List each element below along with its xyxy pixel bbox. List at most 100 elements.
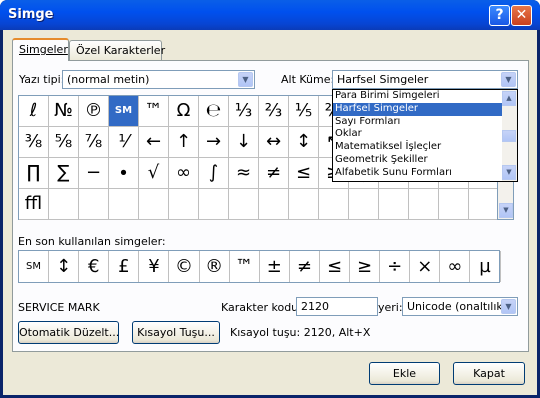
recent-symbol-cell[interactable]: ∞ [440, 251, 471, 282]
symbol-cell[interactable]: ↔ [259, 127, 289, 158]
insert-button[interactable]: Ekle [369, 362, 440, 385]
symbol-cell[interactable]: ∏ [19, 158, 49, 189]
symbol-cell[interactable] [79, 189, 109, 220]
symbol-cell[interactable] [49, 189, 79, 220]
symbol-dialog: Simge ? ✕ Simgeler Özel Karakterler Yazı… [0, 0, 540, 398]
dropdown-scrollbar[interactable]: ▲ ▼ [502, 90, 517, 181]
symbol-cell[interactable]: Ω [169, 96, 199, 127]
symbol-cell[interactable] [289, 189, 319, 220]
recent-symbol-cell[interactable]: ≠ [290, 251, 320, 282]
arrow-down-icon[interactable]: ▼ [502, 165, 516, 180]
symbol-cell[interactable]: ≤ [289, 158, 319, 189]
recent-symbol-cell[interactable]: © [169, 251, 200, 282]
from-label: yeri: [378, 301, 403, 314]
symbol-cell[interactable]: ℮ [199, 96, 229, 127]
symbol-cell[interactable]: № [49, 96, 79, 127]
symbol-cell[interactable]: ⅟ [109, 127, 139, 158]
subset-option[interactable]: Matematiksel İşleçler [333, 141, 517, 154]
symbol-cell[interactable] [409, 189, 439, 220]
symbol-cell[interactable]: ∞ [169, 158, 199, 189]
recent-symbol-cell[interactable]: € [79, 251, 110, 282]
symbol-cell[interactable] [229, 189, 259, 220]
symbol-cell[interactable]: ↕ [289, 127, 319, 158]
autocorrect-button[interactable]: Otomatik Düzelt... [18, 321, 119, 344]
font-select[interactable]: (normal metin) ▼ [62, 70, 255, 89]
recent-symbol-cell[interactable]: ÷ [380, 251, 411, 282]
symbol-cell[interactable] [379, 189, 409, 220]
symbol-cell[interactable]: ™ [139, 96, 169, 127]
symbol-cell[interactable]: ﬄ [19, 189, 49, 220]
arrow-down-icon[interactable]: ▼ [499, 203, 513, 218]
symbol-cell[interactable] [259, 189, 289, 220]
symbols-panel: Yazı tipi: (normal metin) ▼ Alt Küme: Ha… [12, 60, 529, 352]
symbol-cell[interactable]: ⅝ [49, 127, 79, 158]
symbol-cell[interactable]: ⅔ [259, 96, 289, 127]
symbol-cell[interactable] [109, 189, 139, 220]
symbol-cell[interactable] [469, 189, 499, 220]
recent-symbol-cell[interactable]: × [410, 251, 441, 282]
close-button[interactable]: ✕ [511, 5, 532, 26]
chevron-down-icon[interactable]: ▼ [501, 72, 516, 87]
symbol-cell[interactable] [139, 189, 169, 220]
symbol-cell[interactable]: → [199, 127, 229, 158]
symbol-cell[interactable]: ⅓ [229, 96, 259, 127]
symbol-cell[interactable]: ⅕ [289, 96, 319, 127]
subset-option[interactable]: Para Birimi Simgeleri [333, 90, 517, 103]
help-button[interactable]: ? [489, 5, 510, 26]
recent-symbol-cell[interactable]: ↕ [49, 251, 80, 282]
symbol-cell[interactable]: ∙ [109, 158, 139, 189]
dropdown-scroll-thumb[interactable] [502, 130, 516, 142]
recent-symbol-cell[interactable]: ® [200, 251, 230, 282]
window-title: Simge [8, 7, 54, 22]
symbol-cell[interactable]: ⅜ [19, 127, 49, 158]
symbol-cell[interactable]: ↑ [169, 127, 199, 158]
tab-special-characters[interactable]: Özel Karakterler [69, 40, 165, 60]
subset-select[interactable]: Harfsel Simgeler ▼ [332, 70, 518, 89]
recent-symbol-cell[interactable]: ¥ [139, 251, 170, 282]
character-name: SERVICE MARK [18, 301, 100, 314]
recent-symbol-cell[interactable]: ™ [230, 251, 260, 282]
subset-option[interactable]: Sayı Formları [333, 116, 517, 129]
symbol-cell[interactable]: ← [139, 127, 169, 158]
tab-symbols[interactable]: Simgeler [12, 38, 69, 61]
symbol-cell[interactable]: ℓ [19, 96, 49, 127]
subset-option[interactable]: Geometrik Şekiller [333, 154, 517, 167]
chevron-down-icon[interactable]: ▼ [501, 299, 516, 314]
subset-option[interactable]: Oklar [333, 128, 517, 141]
shortcut-info: Kısayol tuşu: 2120, Alt+X [230, 326, 371, 339]
symbol-cell[interactable]: − [79, 158, 109, 189]
symbol-cell[interactable]: ℗ [79, 96, 109, 127]
symbol-cell[interactable]: ⅞ [79, 127, 109, 158]
subset-dropdown-list[interactable]: Para Birimi Simgeleri Harfsel Simgeler Say… [332, 89, 518, 182]
symbol-cell[interactable]: √ [139, 158, 169, 189]
arrow-up-icon[interactable]: ▲ [502, 91, 516, 106]
char-code-input[interactable]: 2120 [296, 297, 378, 316]
recent-symbols[interactable]: SM ↕ € £ ¥ © ® ™ ± ≠ ≤ ≥ ÷ × ∞ µ [18, 250, 501, 283]
symbol-cell[interactable] [319, 189, 349, 220]
shortcut-key-button[interactable]: Kısayol Tuşu... [132, 321, 220, 344]
symbol-cell[interactable]: ∫ [199, 158, 229, 189]
recent-symbol-cell[interactable]: ≥ [350, 251, 381, 282]
subset-option[interactable]: Harfsel Simgeler [333, 102, 517, 116]
recent-symbol-cell[interactable]: £ [109, 251, 140, 282]
recent-symbol-cell[interactable]: ≤ [320, 251, 351, 282]
symbol-cell[interactable]: ≈ [229, 158, 259, 189]
symbol-cell[interactable]: ∑ [49, 158, 79, 189]
subset-label: Alt Küme: [281, 73, 335, 86]
symbol-cell[interactable]: ≠ [259, 158, 289, 189]
recent-symbol-cell[interactable]: SM [19, 251, 50, 282]
from-select[interactable]: Unicode (onaltılık) ▼ [402, 297, 518, 316]
symbol-cell[interactable]: ↓ [229, 127, 259, 158]
cancel-button[interactable]: Kapat [453, 362, 525, 385]
symbol-cell[interactable] [199, 189, 229, 220]
symbol-cell[interactable] [349, 189, 379, 220]
symbol-cell[interactable] [439, 189, 469, 220]
symbol-cell[interactable] [169, 189, 199, 220]
recent-symbol-cell[interactable]: ± [260, 251, 290, 282]
symbol-cell[interactable]: SM [109, 96, 139, 127]
recent-symbols-label: En son kullanılan simgeler: [18, 235, 166, 248]
recent-symbol-cell[interactable]: µ [470, 251, 501, 282]
chevron-down-icon[interactable]: ▼ [238, 72, 253, 87]
title-bar[interactable]: Simge ? ✕ [0, 0, 540, 30]
subset-option[interactable]: Alfabetik Sunu Formları [333, 167, 517, 180]
